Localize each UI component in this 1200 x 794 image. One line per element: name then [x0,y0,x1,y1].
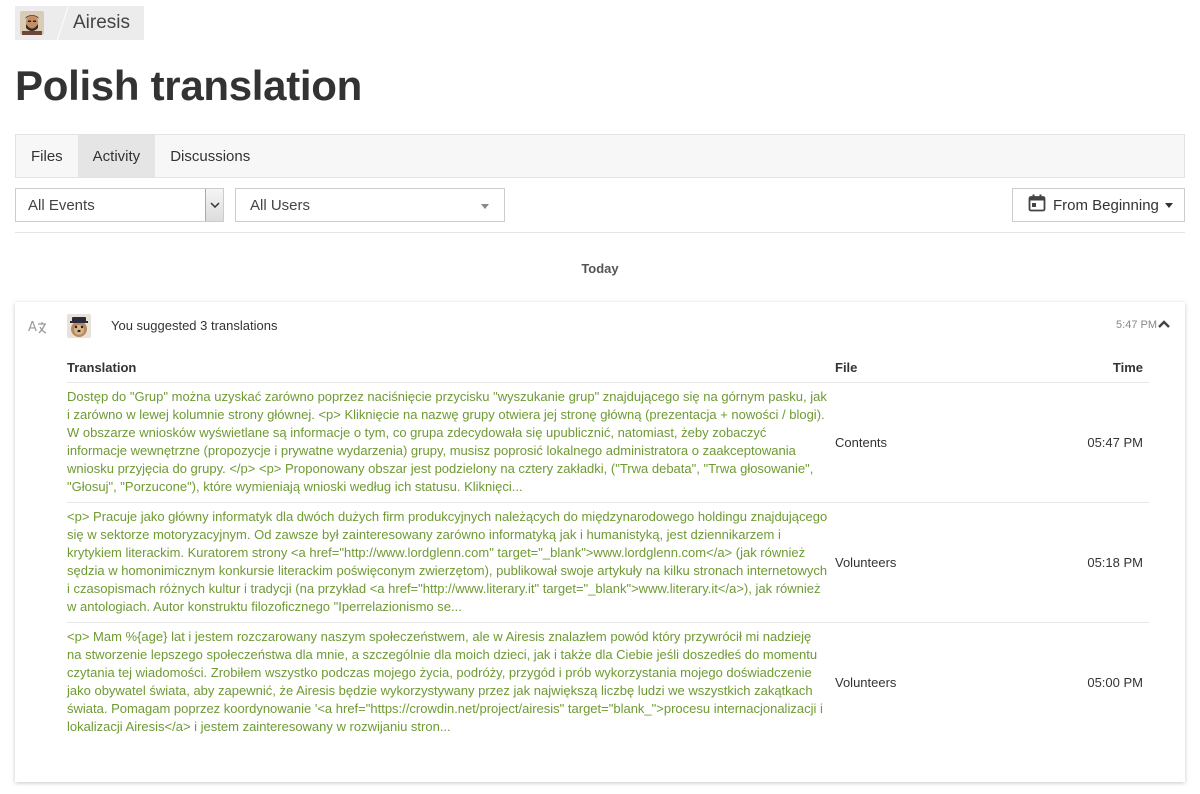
table-row: Dostęp do "Grup" można uzyskać zarówno p… [67,382,1149,503]
activity-time: 5:47 PM [1116,319,1157,331]
row-time: 05:18 PM [1035,502,1149,623]
table-row: <p> Mam %{age} lat i jestem rozczarowany… [67,623,1149,743]
avatar[interactable] [67,314,91,338]
translation-text[interactable]: Dostęp do "Grup" można uzyskać zarówno p… [67,382,835,503]
file-name: Volunteers [835,675,897,690]
breadcrumb: Airesis [15,6,144,40]
column-header-time: Time [1035,358,1149,383]
breadcrumb-separator [56,6,70,40]
caret-down-icon [1164,202,1173,208]
calendar-icon [1028,194,1046,216]
translate-icon: A [28,318,48,339]
events-filter-value: All Events [28,196,95,214]
events-filter-select[interactable]: All Events [15,188,224,222]
file-name: Volunteers [835,502,1035,623]
date-range-label: From Beginning [1053,196,1159,214]
dropdown-arrow-icon[interactable] [205,189,223,221]
day-heading: Today [581,261,619,276]
file-name: Contents [835,382,1035,503]
users-filter-value: All Users [250,196,311,214]
activity-summary: You suggested 3 translations [111,318,278,333]
date-range-button[interactable]: From Beginning [1012,188,1185,222]
tab-bar: Files Activity Discussions [15,134,1185,178]
tab-files[interactable]: Files [16,135,78,177]
column-header-translation: Translation [67,358,835,383]
row-time: 05:00 PM [1087,675,1143,690]
column-header-file: File [835,358,1035,383]
users-filter-select[interactable]: All Users [235,188,505,222]
activity-card: A You suggested 3 translations 5:47 PM T… [15,302,1185,782]
caret-down-icon [481,204,489,209]
breadcrumb-project-link[interactable]: Airesis [73,12,130,34]
user-avatar[interactable] [20,11,44,35]
section-divider [15,232,1185,233]
tab-activity[interactable]: Activity [77,135,156,177]
row-time: 05:47 PM [1035,382,1149,503]
translation-text[interactable]: <p> Mam %{age} lat i jestem rozczarowany… [67,623,835,743]
translations-table: Translation File Time Dostęp do "Grup" m… [67,358,1149,742]
translation-text[interactable]: <p> Pracuje jako główny informatyk dla d… [67,502,835,623]
tab-discussions[interactable]: Discussions [155,135,265,177]
table-row: <p> Pracuje jako główny informatyk dla d… [67,502,1149,623]
chevron-up-icon[interactable] [1157,316,1171,334]
page-title: Polish translation [15,62,362,109]
svg-text:A: A [28,320,37,334]
